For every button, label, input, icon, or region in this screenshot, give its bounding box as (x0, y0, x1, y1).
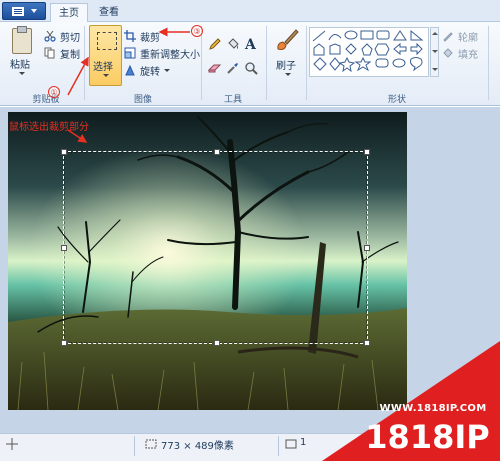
image-size-icon (285, 439, 297, 449)
group-divider (84, 26, 85, 100)
watermark-site: WWW.1818IP.COM (379, 403, 487, 414)
crop-label: 裁剪 (140, 32, 160, 44)
selection-handle[interactable] (61, 149, 67, 155)
fill-bucket-icon (443, 48, 453, 58)
outline-pen-icon (443, 32, 453, 42)
shapes-gallery-scrollbar[interactable] (430, 27, 439, 77)
tab-home[interactable]: 主页 (50, 3, 88, 23)
resize-icon (124, 47, 136, 59)
copy-label: 复制 (60, 49, 80, 61)
shapes-grid (312, 29, 424, 73)
selection-handle[interactable] (61, 340, 67, 346)
selection-marquee-icon (97, 32, 117, 50)
step-3-marker: ③ (191, 25, 203, 37)
svg-text:A: A (244, 37, 257, 51)
rotate-label: 旋转 (140, 66, 160, 78)
magnifier-icon[interactable] (244, 61, 258, 75)
group-divider (306, 26, 307, 100)
status-divider (278, 436, 279, 456)
app-menu-button[interactable] (2, 2, 46, 20)
copy-icon (44, 47, 55, 59)
selection-handle[interactable] (214, 340, 220, 346)
select-label: 选择 (93, 62, 113, 73)
resize-button[interactable]: 重新调整大小 (124, 45, 200, 61)
brushes-label: 刷子 (276, 61, 296, 72)
fill-label: 填充 (458, 49, 478, 61)
paste-label: 粘贴 (10, 60, 30, 71)
annotation-instruction: 鼠标选出裁剪部分 (9, 122, 89, 133)
paint-menu-icon (12, 7, 24, 16)
image-group-label: 图像 (133, 95, 152, 105)
outline-button[interactable]: 轮廓 (442, 28, 478, 44)
chevron-down-icon (432, 50, 438, 53)
chevron-down-icon (285, 73, 291, 76)
brushes-button[interactable]: 刷子 (270, 25, 304, 85)
chevron-down-icon (103, 74, 109, 77)
text-tool-icon[interactable]: A (244, 36, 258, 51)
selection-handle[interactable] (364, 149, 370, 155)
group-divider (266, 26, 267, 100)
clipboard-icon (12, 26, 32, 54)
chevron-down-icon (164, 68, 170, 72)
fill-button[interactable]: 填充 (442, 45, 478, 61)
tools-group-label: 工具 (223, 95, 242, 105)
selection-handle[interactable] (61, 245, 67, 251)
selection-rectangle[interactable] (61, 149, 370, 346)
group-divider (488, 26, 489, 100)
cut-button[interactable]: 剪切 (44, 28, 80, 44)
select-button[interactable]: 选择 (89, 25, 122, 86)
clipboard-group-label: 剪贴板 (32, 95, 60, 105)
paintbrush-icon (277, 29, 299, 50)
eraser-icon[interactable] (208, 61, 222, 75)
scissors-icon (44, 30, 56, 42)
rotate-icon (125, 64, 135, 76)
tab-view[interactable]: 查看 (90, 3, 128, 23)
color-picker-icon[interactable] (226, 61, 240, 75)
step-1-marker: ① (48, 86, 60, 98)
chevron-down-icon (31, 9, 37, 13)
expand-gallery-icon (432, 68, 438, 71)
watermark-brand: 1818IP (365, 418, 490, 456)
pencil-icon[interactable] (208, 37, 222, 51)
selection-size-icon (145, 439, 157, 449)
paste-button[interactable]: 粘贴 (8, 26, 36, 88)
crop-button[interactable]: 裁剪 (124, 28, 160, 44)
outline-label: 轮廓 (458, 32, 478, 44)
shapes-group-label: 形状 (387, 95, 406, 105)
selection-size-readout: 773 × 489像素 (161, 441, 234, 452)
rotate-button[interactable]: 旋转 (124, 62, 170, 78)
resize-label: 重新调整大小 (140, 49, 200, 61)
selection-handle[interactable] (364, 245, 370, 251)
group-divider (201, 26, 202, 100)
copy-button[interactable]: 复制 (44, 45, 80, 61)
chevron-down-icon (19, 72, 25, 75)
status-divider (134, 436, 135, 456)
chevron-up-icon (432, 32, 438, 35)
cut-label: 剪切 (60, 32, 80, 44)
image-size-readout: 1 (300, 437, 307, 448)
fill-bucket-icon[interactable] (226, 37, 240, 51)
crop-icon (124, 30, 136, 42)
cursor-position-icon (6, 438, 18, 450)
selection-handle[interactable] (214, 149, 220, 155)
shapes-gallery[interactable] (309, 27, 429, 77)
